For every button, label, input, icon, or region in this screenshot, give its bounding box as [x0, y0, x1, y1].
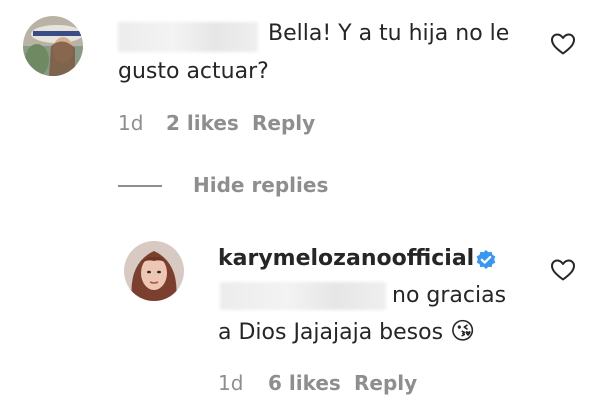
comment-text-line2: gusto actuar? [118, 59, 269, 84]
reply-author-avatar-image [124, 241, 184, 301]
verified-badge [475, 249, 497, 275]
reply-author-avatar[interactable] [124, 241, 184, 301]
reply-text-line2: a Dios Jajajaja besos 😘 [218, 315, 475, 349]
reply-likes-link[interactable]: 6 likes [268, 371, 341, 395]
commenter-avatar[interactable] [23, 16, 83, 76]
reply-mention-redacted [220, 282, 386, 310]
comment-likes-link[interactable]: 2 likes [166, 111, 239, 135]
heart-outline-icon [551, 259, 575, 281]
kiss-emoji-icon: 😘 [450, 317, 476, 345]
comment-time: 1d [118, 111, 144, 135]
like-comment-button[interactable] [550, 32, 576, 60]
hide-replies-button[interactable]: Hide replies [193, 173, 328, 197]
comment-reply-button[interactable]: Reply [252, 111, 315, 135]
like-reply-button[interactable] [550, 258, 576, 286]
replies-divider [118, 185, 162, 187]
reply-text-line2-words: a Dios Jajajaja besos [218, 320, 444, 345]
commenter-avatar-image [23, 16, 83, 76]
commenter-username-redacted [118, 22, 258, 52]
reply-time: 1d [218, 371, 244, 395]
heart-outline-icon [551, 33, 575, 55]
reply-text-line1: no gracias [392, 283, 507, 308]
reply-author-username[interactable]: karymelozanoofficial [218, 246, 474, 271]
comment-text-line1: Bella! Y a tu hija no le [268, 21, 510, 46]
verified-badge-icon [476, 250, 496, 269]
reply-reply-button[interactable]: Reply [354, 371, 417, 395]
